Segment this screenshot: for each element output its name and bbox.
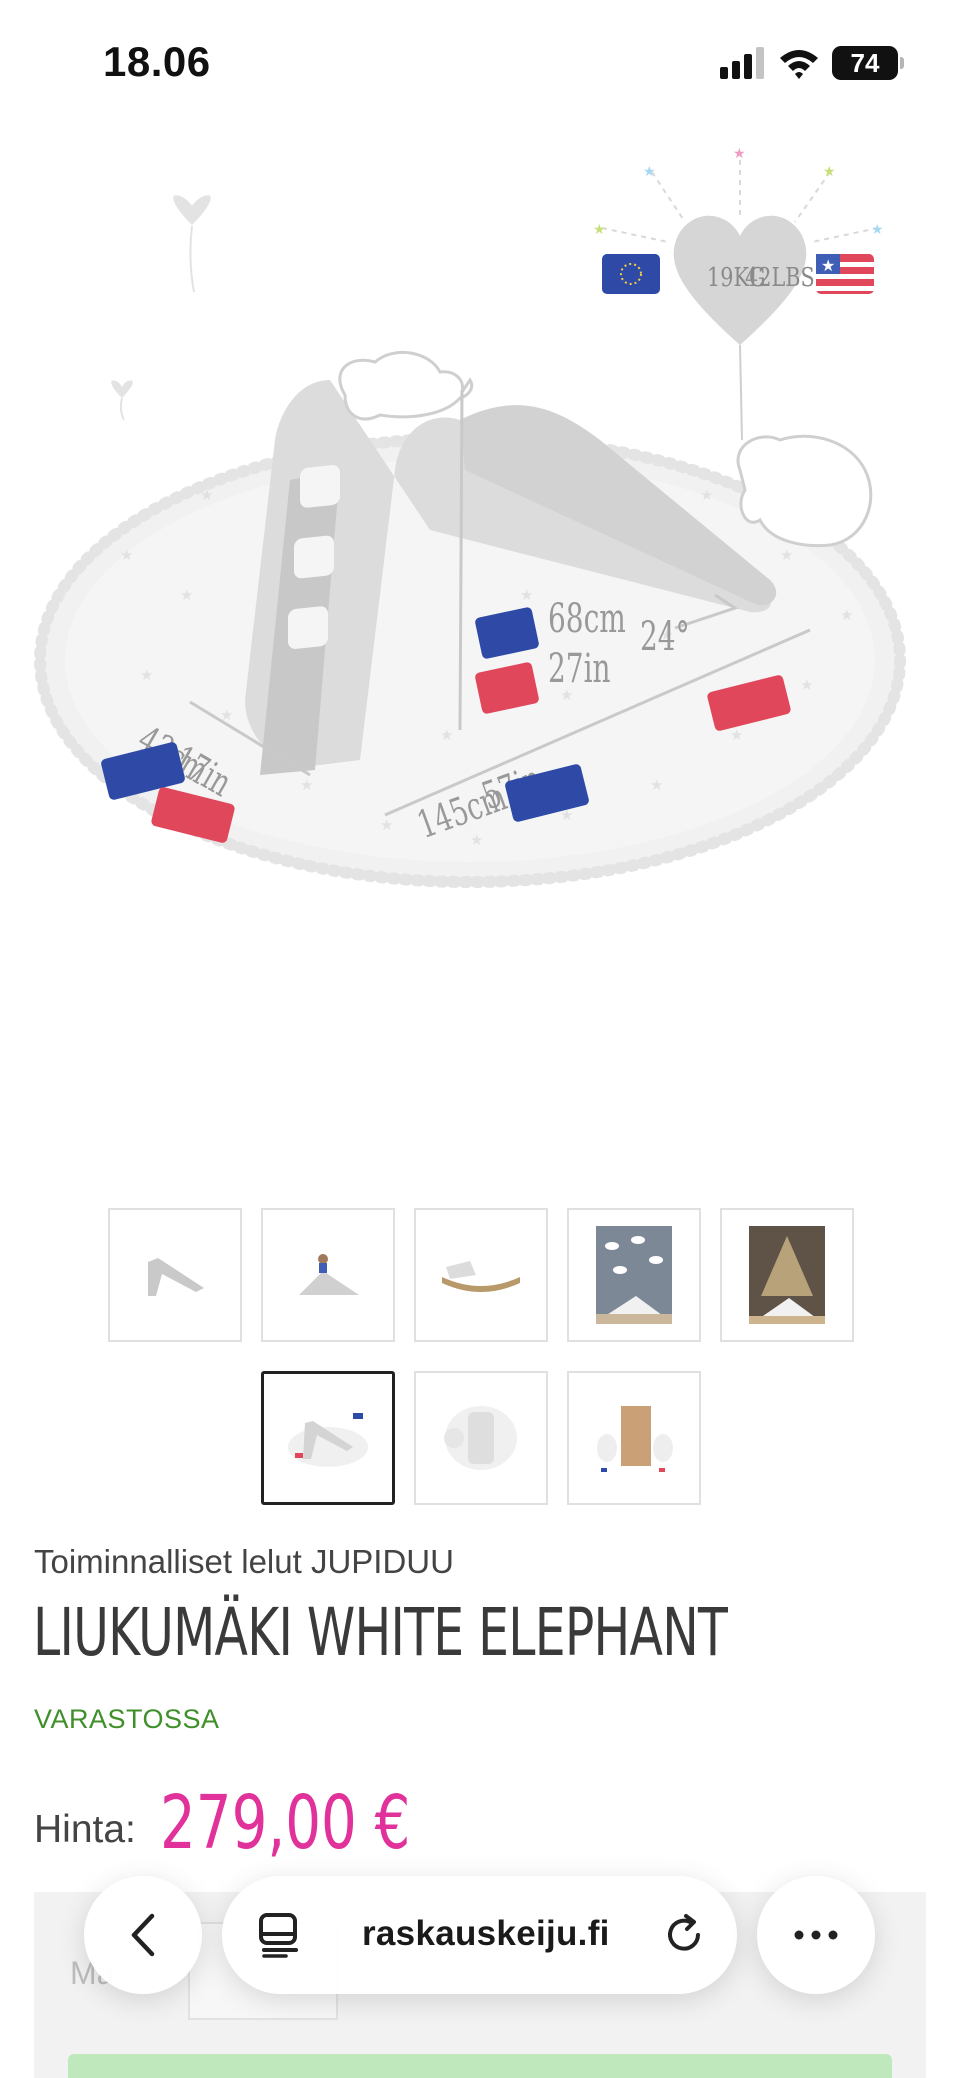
svg-text:★: ★ bbox=[593, 222, 606, 238]
thumbnail-slide-packaging[interactable] bbox=[567, 1371, 701, 1505]
svg-text:★: ★ bbox=[871, 222, 884, 238]
product-main-image[interactable]: ★ ★ ★ ★ ★ 19KG 42LBS ★ ★ ★ ★ ★ ★ ★ ★ ★ ★… bbox=[0, 120, 960, 1160]
battery-indicator: 74 bbox=[832, 46, 904, 80]
status-icons: 74 bbox=[720, 46, 904, 80]
eu-flag-icon bbox=[602, 254, 660, 294]
svg-text:★: ★ bbox=[200, 486, 213, 504]
reload-icon[interactable] bbox=[662, 1912, 708, 1958]
thumbnail-slide-with-child[interactable] bbox=[261, 1208, 395, 1342]
url-text: raskauskeiju.fi bbox=[362, 1914, 610, 1953]
svg-text:★: ★ bbox=[730, 726, 743, 744]
svg-text:★: ★ bbox=[700, 486, 713, 504]
svg-text:★: ★ bbox=[650, 776, 663, 794]
svg-text:27in: 27in bbox=[548, 646, 611, 692]
more-button[interactable] bbox=[757, 1876, 875, 1994]
svg-text:★: ★ bbox=[440, 726, 453, 744]
wifi-icon bbox=[780, 50, 818, 79]
product-title: LIUKUMÄKI WHITE ELEPHANT bbox=[33, 1594, 728, 1671]
svg-text:★: ★ bbox=[840, 606, 853, 624]
status-bar: 18.06 74 bbox=[0, 0, 960, 120]
svg-text:★: ★ bbox=[180, 586, 193, 604]
svg-text:68cm: 68cm bbox=[548, 596, 626, 642]
svg-text:★: ★ bbox=[733, 146, 746, 162]
thumbnail-slide-room-clouds[interactable] bbox=[567, 1208, 701, 1342]
chevron-left-icon bbox=[131, 1913, 155, 1957]
price-label: Hinta: bbox=[34, 1808, 136, 1851]
thumbnail-slide-side-view[interactable] bbox=[108, 1208, 242, 1342]
back-button[interactable] bbox=[84, 1876, 202, 1994]
svg-text:24°: 24° bbox=[640, 614, 690, 660]
svg-text:★: ★ bbox=[520, 586, 533, 604]
us-flag-icon: ★ bbox=[816, 254, 874, 294]
svg-text:★: ★ bbox=[800, 676, 813, 694]
heart-balloon-icon bbox=[111, 195, 211, 421]
svg-text:★: ★ bbox=[300, 776, 313, 794]
tabs-icon[interactable] bbox=[258, 1912, 300, 1958]
thumbnail-slide-dimensions[interactable] bbox=[261, 1371, 395, 1505]
svg-text:★: ★ bbox=[780, 546, 793, 564]
svg-text:★: ★ bbox=[140, 666, 153, 684]
svg-text:★: ★ bbox=[380, 816, 393, 834]
thumbnail-slide-rocker[interactable] bbox=[414, 1208, 548, 1342]
thumbnail-slide-top-view[interactable] bbox=[414, 1371, 548, 1505]
svg-text:★: ★ bbox=[120, 546, 133, 564]
stock-status: VARASTOSSA bbox=[34, 1704, 220, 1734]
svg-text:42LBS: 42LBS bbox=[745, 262, 815, 293]
svg-text:★: ★ bbox=[470, 831, 483, 849]
price-value: 279,00 € bbox=[160, 1780, 411, 1866]
weight-heart-badge: 19KG 42LBS bbox=[673, 215, 815, 441]
thumbnail-slide-room-tent[interactable] bbox=[720, 1208, 854, 1342]
status-time: 18.06 bbox=[103, 38, 211, 85]
product-category[interactable]: Toiminnalliset lelut JUPIDUU bbox=[34, 1543, 454, 1581]
add-to-cart-button[interactable] bbox=[68, 2054, 892, 2078]
svg-text:★: ★ bbox=[643, 164, 656, 180]
svg-text:★: ★ bbox=[821, 256, 835, 275]
more-dots-icon bbox=[794, 1930, 838, 1940]
address-bar[interactable]: raskauskeiju.fi bbox=[222, 1876, 737, 1994]
svg-text:★: ★ bbox=[823, 164, 836, 180]
cellular-signal-icon bbox=[720, 47, 764, 79]
